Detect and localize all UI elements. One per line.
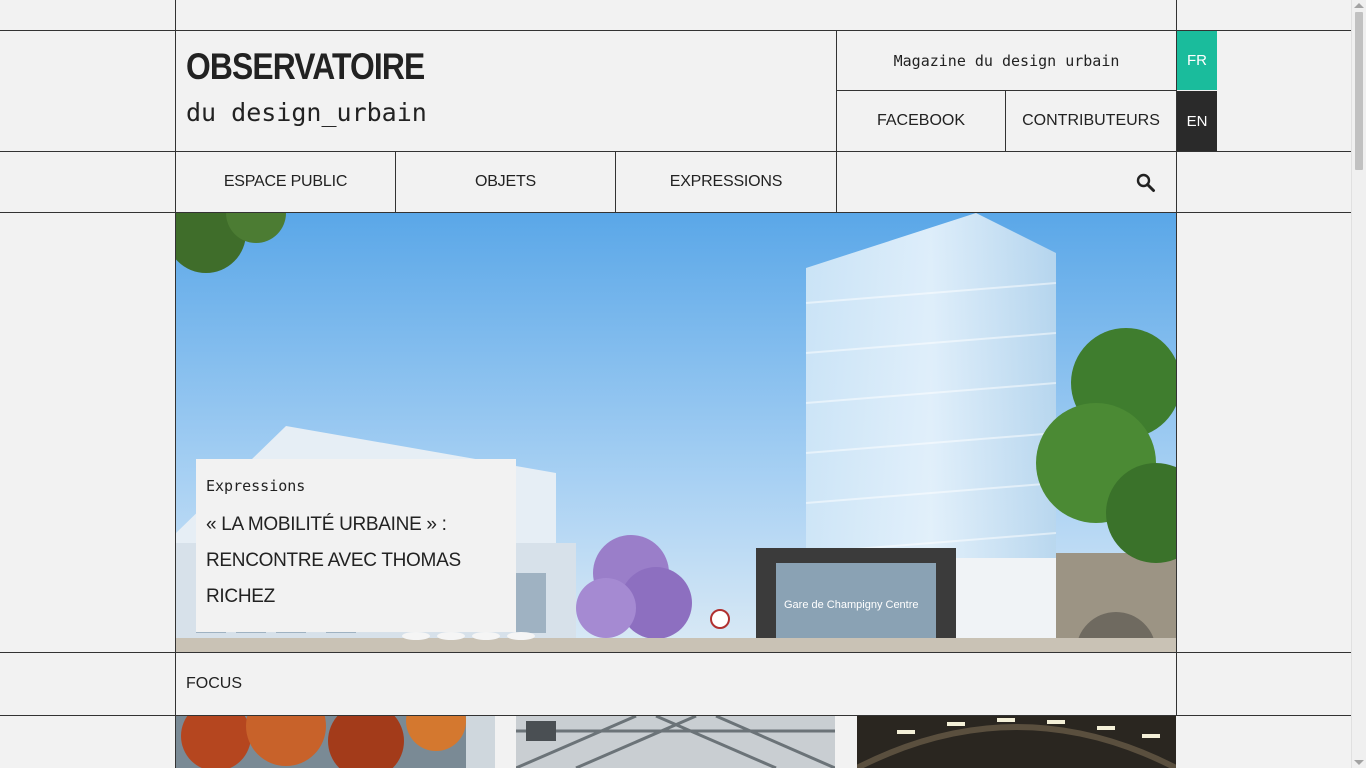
site-tagline: Magazine du design urbain — [893, 51, 1120, 70]
hero-title-line-1[interactable]: « LA MOBILITÉ URBAINE » : — [206, 507, 506, 543]
nav-item-objets[interactable]: OBJETS — [396, 152, 615, 212]
scroll-down-arrow-icon[interactable] — [1354, 760, 1364, 765]
scrollbar-thumb[interactable] — [1355, 12, 1363, 170]
contributors-link[interactable]: CONTRIBUTEURS — [1006, 91, 1176, 151]
scroll-up-arrow-icon[interactable] — [1354, 3, 1364, 8]
hero-bottom-rule — [0, 652, 1351, 653]
site-logo-subtitle[interactable]: du design_urbain — [186, 98, 427, 127]
nav-item-expressions[interactable]: EXPRESSIONS — [616, 152, 836, 212]
focus-thumbnail-1[interactable] — [176, 716, 495, 768]
nav-item-espace-public[interactable]: ESPACE PUBLIC — [176, 152, 395, 212]
facebook-link[interactable]: FACEBOOK — [837, 91, 1005, 151]
focus-section-title: FOCUS — [186, 675, 242, 692]
site-logo-title[interactable]: OBSERVATOIRE — [186, 46, 425, 88]
station-sign: Gare de Champigny Centre — [784, 599, 919, 611]
focus-thumbnail-3[interactable] — [857, 716, 1176, 768]
page-scrollbar[interactable] — [1351, 0, 1366, 768]
language-fr-button[interactable]: FR — [1177, 31, 1217, 90]
search-icon[interactable] — [1134, 171, 1158, 195]
focus-thumbnail-2[interactable] — [516, 716, 835, 768]
language-en-button[interactable]: EN — [1177, 91, 1217, 151]
hero-caption-card[interactable]: Expressions « LA MOBILITÉ URBAINE » : RE… — [196, 459, 516, 632]
hero-title-line-2[interactable]: RENCONTRE AVEC THOMAS RICHEZ — [206, 543, 506, 615]
hero-category[interactable]: Expressions — [206, 477, 506, 495]
